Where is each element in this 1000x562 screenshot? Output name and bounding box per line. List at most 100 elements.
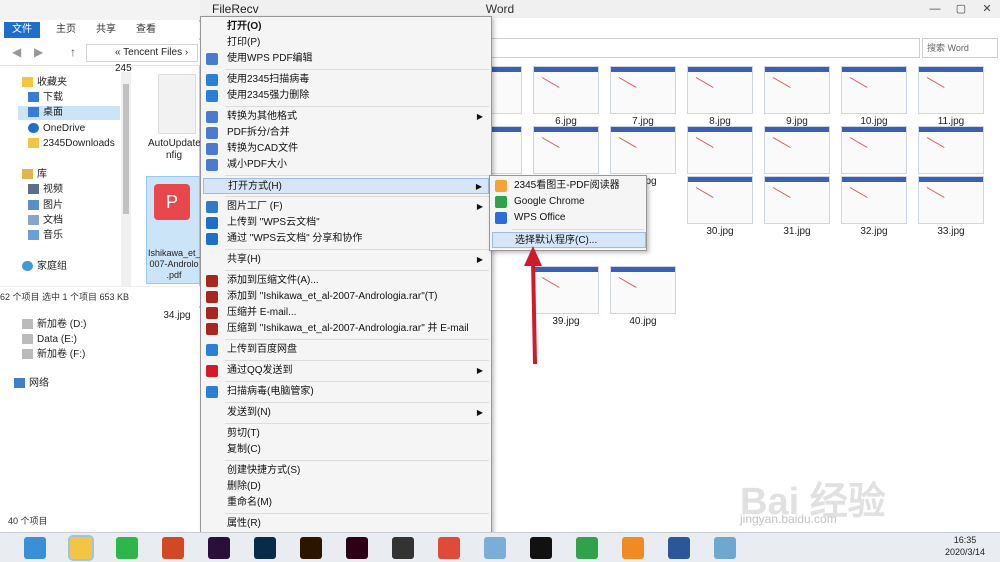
menu-item[interactable]: 打开(O) (203, 19, 489, 35)
menu-item[interactable]: 压缩到 "Ishikawa_et_al-2007-Andrologia.rar"… (203, 321, 489, 337)
app-icon[interactable] (484, 537, 506, 559)
up-icon[interactable]: ↑ (70, 45, 76, 59)
nav-pictures[interactable]: 图片 (28, 199, 63, 213)
nav-desktop[interactable]: 桌面 (18, 106, 120, 120)
menu-item[interactable]: 扫描病毒(电脑管家) (203, 384, 489, 400)
image-thumbnail[interactable] (918, 126, 984, 174)
image-thumbnail[interactable] (533, 66, 599, 114)
maximize-icon[interactable]: ▢ (948, 0, 974, 18)
nav-drive-d[interactable]: 新加卷 (D:) (22, 318, 86, 332)
image-thumbnail[interactable] (841, 126, 907, 174)
indesign-icon[interactable] (346, 537, 368, 559)
photoshop-icon[interactable] (254, 537, 276, 559)
nav-network[interactable]: 网络 (14, 377, 49, 391)
menu-item[interactable]: 使用WPS PDF编辑 (203, 51, 489, 67)
menu-item[interactable]: 添加到压缩文件(A)... (203, 273, 489, 289)
word-icon[interactable] (668, 537, 690, 559)
qq-icon[interactable] (530, 537, 552, 559)
image-thumbnail[interactable] (841, 66, 907, 114)
back-icon[interactable]: ◀ (12, 45, 21, 59)
menu-item[interactable]: 转换为CAD文件 (203, 141, 489, 157)
video-icon[interactable] (392, 537, 414, 559)
app-icon[interactable] (438, 537, 460, 559)
menu-item[interactable]: 减小PDF大小 (203, 157, 489, 173)
app-icon[interactable] (714, 537, 736, 559)
image-thumbnail[interactable] (764, 176, 830, 224)
ie-icon[interactable] (24, 537, 46, 559)
nav-favorites[interactable]: 收藏夹 (22, 76, 67, 90)
clock-time: 16:35 (953, 535, 977, 545)
image-thumbnail[interactable] (533, 126, 599, 174)
menu-item[interactable]: 上传到百度网盘 (203, 342, 489, 358)
nav-documents[interactable]: 文档 (28, 214, 63, 228)
menu-item[interactable]: 上传到 "WPS云文档" (203, 215, 489, 231)
clock[interactable]: 16:35 2020/3/14 (940, 534, 990, 558)
nav-onedrive[interactable]: OneDrive (28, 122, 85, 136)
submenu-item[interactable]: Google Chrome (492, 194, 646, 210)
address-path[interactable]: « Tencent Files › 245 (86, 44, 198, 74)
nav-music[interactable]: 音乐 (28, 229, 63, 243)
menu-item[interactable]: 转换为其他格式 ▶ (203, 109, 489, 125)
image-thumbnail[interactable] (918, 176, 984, 224)
menu-item[interactable]: 属性(R) (203, 516, 489, 532)
minimize-icon[interactable]: — (922, 0, 948, 18)
close-icon[interactable]: ✕ (974, 0, 1000, 18)
app-icon[interactable] (622, 537, 644, 559)
image-thumbnail[interactable] (918, 66, 984, 114)
image-thumbnail[interactable] (764, 126, 830, 174)
nav-scrollbar[interactable] (121, 72, 131, 286)
submenu-item[interactable]: WPS Office (492, 210, 646, 226)
tab-file[interactable]: 文件 (4, 22, 40, 38)
powerpoint-icon[interactable] (162, 537, 184, 559)
explorer-icon[interactable] (68, 535, 94, 561)
menu-item[interactable]: 发送到(N) ▶ (203, 405, 489, 421)
nav-drive-f[interactable]: 新加卷 (F:) (22, 348, 85, 362)
image-thumbnail[interactable] (687, 66, 753, 114)
red-arrow-annotation (524, 246, 542, 365)
menu-item[interactable]: 通过 "WPS云文档" 分享和协作 (203, 231, 489, 247)
image-thumbnail[interactable] (841, 176, 907, 224)
nav-library[interactable]: 库 (22, 168, 47, 182)
forward-icon[interactable]: ▶ (34, 45, 43, 59)
image-thumbnail[interactable] (610, 266, 676, 314)
nav-videos[interactable]: 视频 (28, 183, 63, 197)
menu-item[interactable]: 打印(P) (203, 35, 489, 51)
nav-drive-e[interactable]: Data (E:) (22, 333, 77, 347)
menu-item[interactable]: 打开方式(H) ▶ (203, 178, 489, 194)
image-thumbnail[interactable] (610, 126, 676, 174)
menu-item[interactable]: 剪切(T) (203, 426, 489, 442)
image-thumbnail[interactable] (687, 126, 753, 174)
menu-item[interactable]: PDF拆分/合并 (203, 125, 489, 141)
menu-item[interactable]: 图片工厂 (F) ▶ (203, 199, 489, 215)
scroll-thumb[interactable] (123, 84, 129, 214)
menu-item[interactable]: 压缩并 E-mail... (203, 305, 489, 321)
nav-2345downloads[interactable]: 2345Downloads (28, 137, 115, 151)
premiere-icon[interactable] (208, 537, 230, 559)
file-thumb-autoupdate[interactable] (158, 74, 196, 134)
menu-item[interactable]: 通过QQ发送到 ▶ (203, 363, 489, 379)
nav-downloads[interactable]: 下载 (28, 91, 63, 105)
nav-homegroup[interactable]: 家庭组 (22, 260, 67, 274)
menu-item[interactable]: 复制(C) (203, 442, 489, 458)
tab-view[interactable]: 查看 (128, 22, 164, 38)
submenu-item[interactable]: 2345看图王-PDF阅读器 (492, 178, 646, 194)
image-thumbnail[interactable] (610, 66, 676, 114)
illustrator-icon[interactable] (300, 537, 322, 559)
submenu-item[interactable]: 选择默认程序(C)... (492, 232, 646, 248)
menu-item[interactable]: 使用2345强力删除 (203, 88, 489, 104)
image-thumbnail[interactable] (764, 66, 830, 114)
chrome-icon[interactable] (576, 537, 598, 559)
menu-item[interactable]: 重命名(M) (203, 495, 489, 511)
wechat-icon[interactable] (116, 537, 138, 559)
menu-item[interactable]: 共享(H) ▶ (203, 252, 489, 268)
tab-home[interactable]: 主页 (48, 22, 84, 38)
word-search-input[interactable]: 搜索 Word (922, 38, 998, 58)
image-thumbnail[interactable] (687, 176, 753, 224)
library-icon (22, 169, 33, 180)
word-address-bar[interactable] (470, 38, 920, 58)
menu-item[interactable]: 使用2345扫描病毒 (203, 72, 489, 88)
menu-item[interactable]: 添加到 "Ishikawa_et_al-2007-Andrologia.rar"… (203, 289, 489, 305)
menu-item[interactable]: 删除(D) (203, 479, 489, 495)
menu-item[interactable]: 创建快捷方式(S) (203, 463, 489, 479)
tab-share[interactable]: 共享 (88, 22, 124, 38)
